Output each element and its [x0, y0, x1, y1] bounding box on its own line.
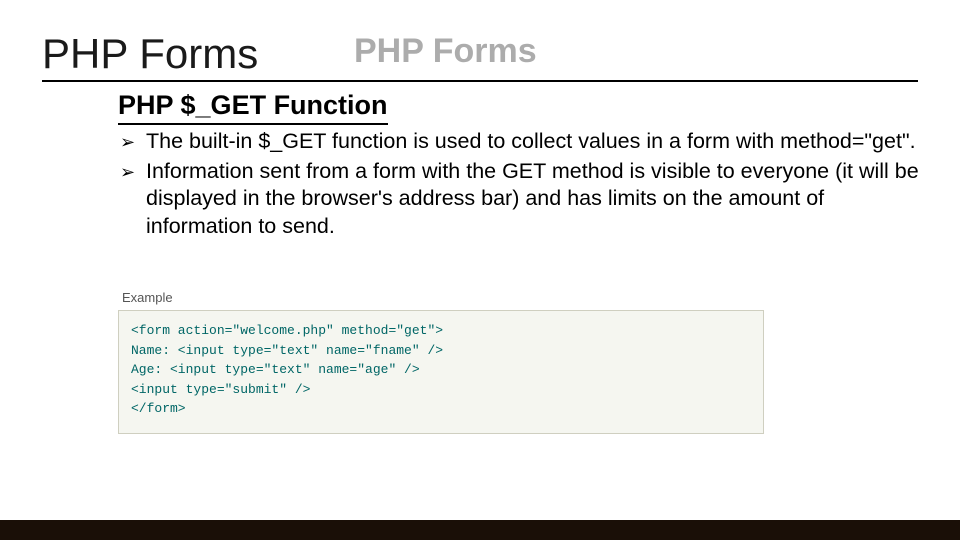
- shadow-title: PHP Forms: [354, 32, 537, 71]
- chevron-right-icon: ➢: [120, 128, 146, 154]
- code-example: <form action="welcome.php" method="get">…: [118, 310, 764, 434]
- code-line: Age: <input type="text" name="age" />: [131, 362, 420, 377]
- list-item: ➢ The built-in $_GET function is used to…: [120, 128, 920, 156]
- code-line: <input type="submit" />: [131, 382, 310, 397]
- subtitle: PHP $_GET Function: [118, 90, 388, 125]
- bullet-text: Information sent from a form with the GE…: [146, 158, 920, 241]
- code-line: </form>: [131, 401, 186, 416]
- chevron-right-icon: ➢: [120, 158, 146, 184]
- bullet-list: ➢ The built-in $_GET function is used to…: [120, 128, 920, 242]
- title-underline: [42, 80, 918, 82]
- slide: PHP Forms PHP Forms PHP $_GET Function ➢…: [0, 0, 960, 540]
- bullet-text: The built-in $_GET function is used to c…: [146, 128, 920, 156]
- code-content: <form action="welcome.php" method="get">…: [131, 321, 751, 419]
- example-label: Example: [122, 290, 173, 305]
- footer-bar: [0, 520, 960, 540]
- list-item: ➢ Information sent from a form with the …: [120, 158, 920, 241]
- code-line: <form action="welcome.php" method="get">: [131, 323, 443, 338]
- code-line: Name: <input type="text" name="fname" />: [131, 343, 443, 358]
